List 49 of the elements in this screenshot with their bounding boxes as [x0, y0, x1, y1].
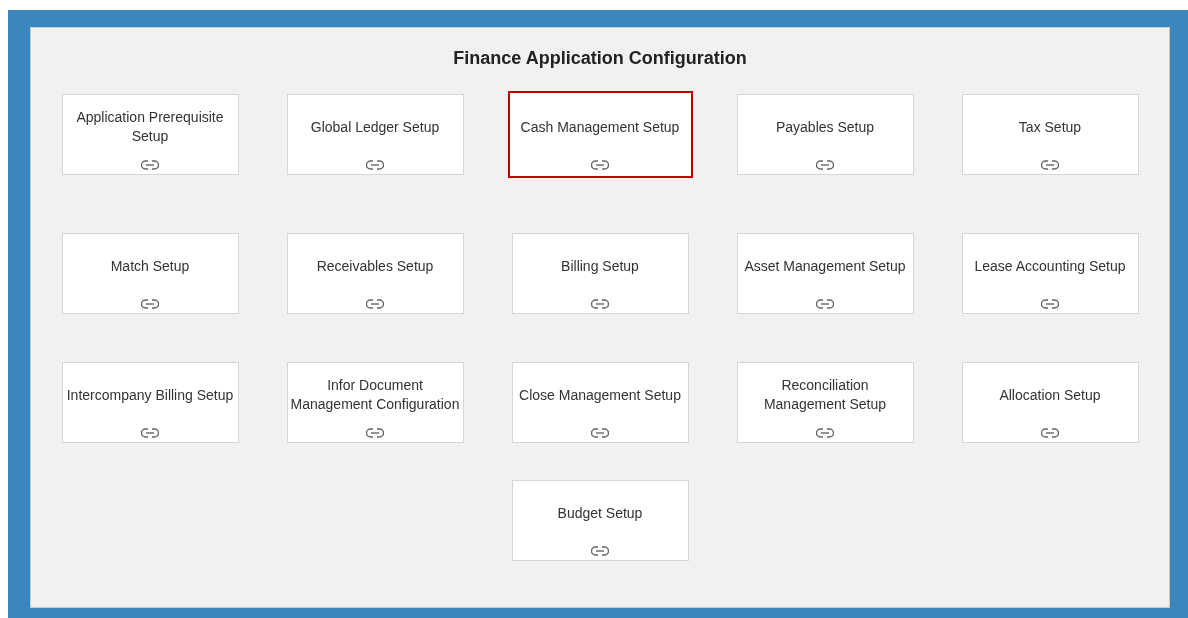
link-icon [816, 298, 834, 310]
tile-label: Receivables Setup [316, 256, 434, 276]
setup-tile[interactable]: Tax Setup [961, 94, 1139, 175]
link-icon [1041, 427, 1059, 439]
link-icon [816, 159, 834, 171]
link-icon [591, 159, 609, 171]
tile-label: Budget Setup [557, 503, 643, 523]
setup-tile[interactable]: Budget Setup [511, 480, 689, 561]
tile-label: Payables Setup [775, 117, 875, 137]
tile-label: Reconciliation Management Setup [762, 376, 888, 414]
tile-label: Global Ledger Setup [310, 117, 440, 137]
tile-label: Close Management Setup [519, 385, 681, 405]
tile-label: Intercompany Billing Setup [66, 385, 234, 405]
link-icon [591, 545, 609, 557]
setup-tile[interactable]: Billing Setup [511, 233, 689, 314]
setup-tile[interactable]: Global Ledger Setup [286, 94, 464, 175]
tile-label: Cash Management Setup [520, 117, 680, 137]
link-icon [1041, 159, 1059, 171]
setup-tile[interactable]: Intercompany Billing Setup [61, 362, 239, 443]
setup-tile[interactable]: Allocation Setup [961, 362, 1139, 443]
link-icon [141, 298, 159, 310]
setup-tile[interactable]: Infor Document Management Configuration [286, 362, 464, 443]
tile-label: Allocation Setup [999, 385, 1101, 405]
link-icon [366, 427, 384, 439]
setup-tile[interactable]: Match Setup [61, 233, 239, 314]
page-title: Finance Application Configuration [453, 48, 747, 69]
setup-tile[interactable]: Lease Accounting Setup [961, 233, 1139, 314]
link-icon [366, 298, 384, 310]
tile-label: Billing Setup [561, 256, 639, 276]
tile-label: Infor Document Management Configuration [289, 376, 461, 414]
setup-tile[interactable]: Application Prerequisite Setup [61, 94, 239, 175]
tile-label: Lease Accounting Setup [974, 256, 1126, 276]
link-icon [366, 159, 384, 171]
link-icon [1041, 298, 1059, 310]
link-icon [591, 298, 609, 310]
setup-tile[interactable]: Receivables Setup [286, 233, 464, 314]
link-icon [141, 427, 159, 439]
setup-tile[interactable]: Close Management Setup [511, 362, 689, 443]
tile-label: Tax Setup [1018, 117, 1082, 137]
link-icon [141, 159, 159, 171]
link-icon [591, 427, 609, 439]
setup-tile[interactable]: Reconciliation Management Setup [736, 362, 914, 443]
setup-tile[interactable]: Cash Management Setup [507, 91, 693, 178]
setup-tile[interactable]: Payables Setup [736, 94, 914, 175]
setup-tile[interactable]: Asset Management Setup [736, 233, 914, 314]
link-icon [816, 427, 834, 439]
tile-label: Asset Management Setup [744, 256, 906, 276]
tile-label: Application Prerequisite Setup [75, 108, 225, 146]
tile-label: Match Setup [110, 256, 190, 276]
